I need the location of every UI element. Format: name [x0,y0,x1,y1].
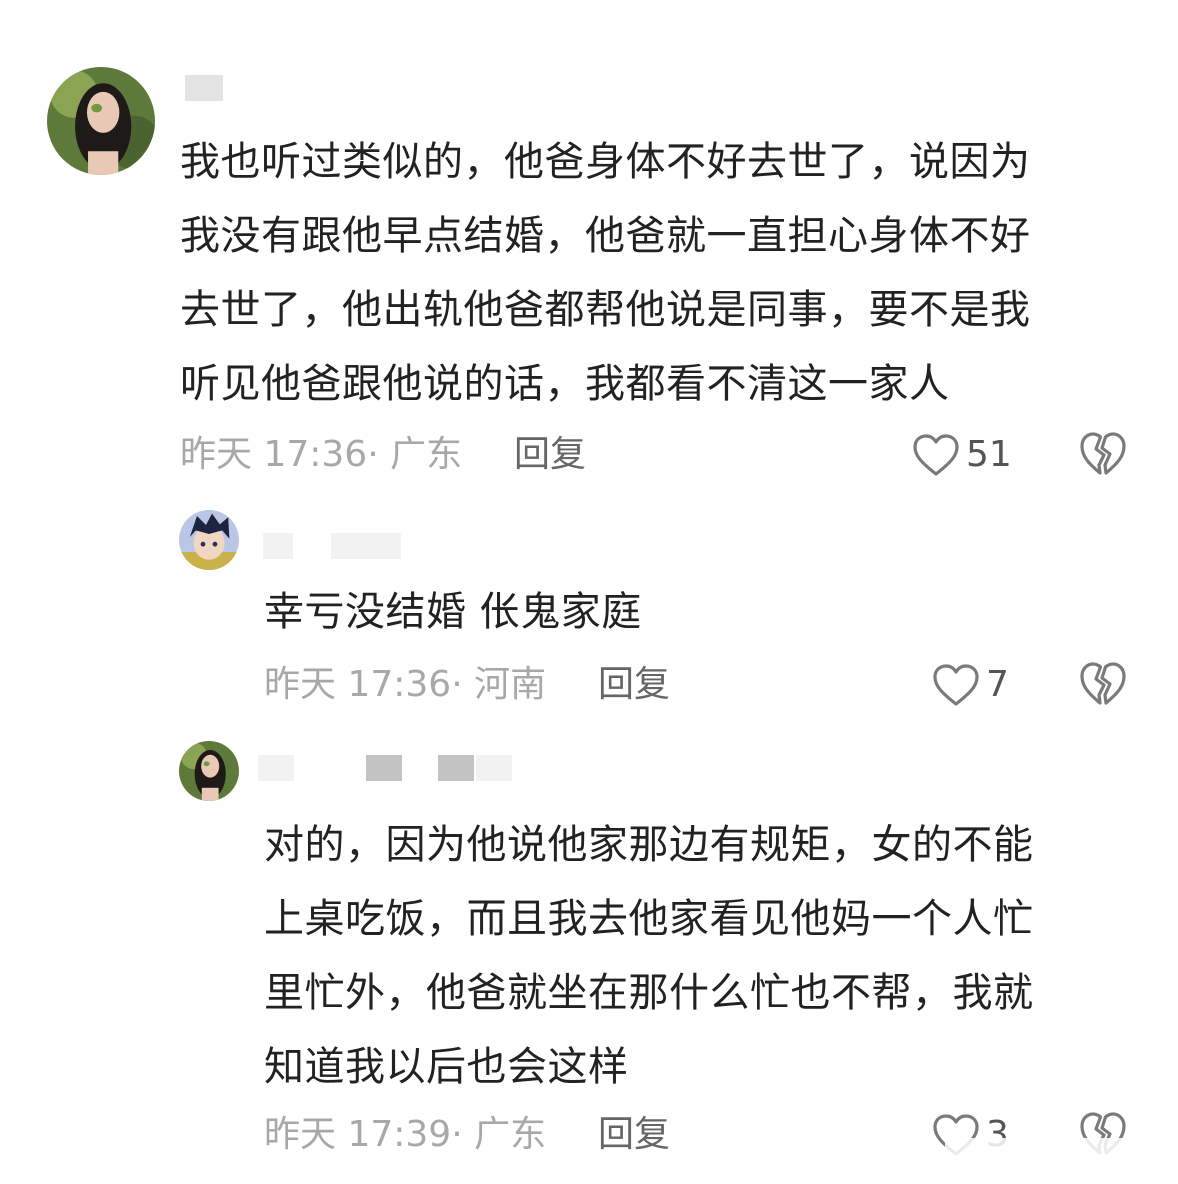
comment-time: 昨天 17:36 [264,664,452,705]
comment-time: 昨天 17:36 [180,434,368,475]
like-button[interactable]: 7 [932,660,1009,710]
comment-location: · 河南 [451,664,547,705]
avatar-image [179,741,239,801]
avatar-image [47,67,155,175]
avatar[interactable] [47,67,155,175]
comment-meta: 昨天 17:36· 广东 [180,430,462,480]
comment-meta: 昨天 17:39· 广东 [264,1110,546,1160]
username-redacted[interactable] [258,755,518,783]
heart-outline-icon [933,664,979,706]
reply-button[interactable]: 回复 [514,430,586,480]
comment-meta: 昨天 17:36· 河南 [264,660,546,710]
comment-time: 昨天 17:39 [264,1114,452,1155]
heart-outline-icon [913,434,959,476]
comment-location: · 广东 [367,434,463,475]
like-button[interactable]: 51 [912,430,1012,480]
comment-text: 幸亏没结婚 伥鬼家庭 [264,589,642,635]
username-redacted[interactable] [185,75,225,103]
comment-location: · 广东 [451,1114,547,1155]
broken-heart-icon [1080,662,1126,705]
watermark-overlay [945,1138,1170,1170]
avatar[interactable] [179,741,239,801]
like-count: 51 [966,434,1012,475]
comment-text: 我也听过类似的，他爸身体不好去世了，说因为 我没有跟他早点结婚，他爸就一直担心身… [180,139,1031,407]
avatar-image [179,510,239,570]
broken-heart-icon [1080,432,1126,475]
avatar[interactable] [179,510,239,570]
like-count: 7 [986,664,1009,705]
reply-button[interactable]: 回复 [598,1110,670,1160]
username-redacted[interactable] [263,533,403,561]
dislike-button[interactable] [1079,431,1127,477]
dislike-button[interactable] [1079,661,1127,707]
comment-text: 对的，因为他说他家那边有规矩，女的不能 上桌吃饭，而且我去他家看见他妈一个人忙 … [264,822,1034,1090]
reply-button[interactable]: 回复 [598,660,670,710]
